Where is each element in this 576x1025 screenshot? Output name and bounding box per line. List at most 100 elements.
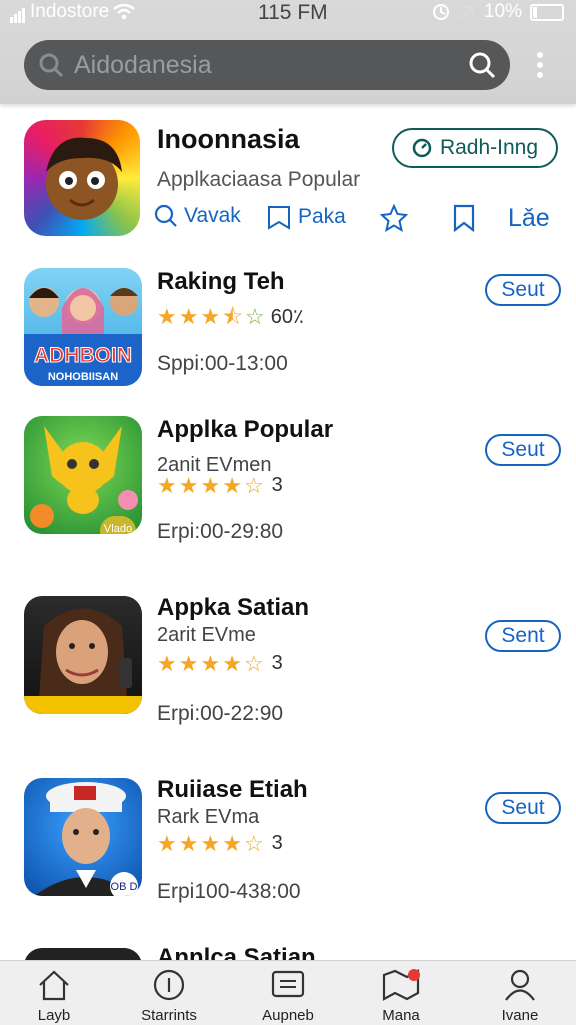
star-icon: ★ bbox=[178, 472, 199, 498]
bookmark-star-icon bbox=[268, 206, 290, 230]
star-outline-icon: ☆ bbox=[243, 472, 264, 498]
app-icon bbox=[24, 948, 142, 960]
nav-item-profile[interactable]: Ivane bbox=[470, 969, 570, 1024]
app-icon-subtext: NOHOBIISAN bbox=[48, 371, 118, 383]
app-icon-text: ADHBOIN bbox=[34, 344, 132, 367]
rating: ★ ★ ★ ★ ☆ 3 bbox=[157, 474, 283, 497]
app-icon: OB D bbox=[24, 778, 142, 896]
app-time: Erpi:00-22:90 bbox=[157, 702, 284, 725]
info-icon bbox=[153, 969, 185, 1001]
action-search[interactable]: Vavak bbox=[154, 204, 241, 228]
top-header: Indostore 115 FM 10% Aidodanesia bbox=[0, 0, 576, 104]
status-bar: Indostore 115 FM 10% bbox=[0, 0, 576, 26]
radio-icon bbox=[412, 138, 432, 158]
star-icon: ★ bbox=[157, 303, 177, 329]
star-icon: ★ bbox=[200, 303, 221, 329]
list-item[interactable]: Vlado Applka Popular 2anit EVmen ★ ★ ★ ★ ☆ 3… bbox=[0, 416, 576, 566]
app-developer: Rark EVma bbox=[157, 806, 260, 828]
star-outline-icon: ☆ bbox=[243, 830, 264, 856]
star-icon: ★ bbox=[200, 830, 221, 856]
rating: ★ ★ ★ ★ ☆ 3 bbox=[157, 832, 283, 855]
star-icon: ★ bbox=[178, 303, 199, 329]
featured-subtitle: Applkaciaasa Popular bbox=[157, 168, 361, 191]
wifi-icon bbox=[113, 4, 136, 20]
list-item[interactable]: Annlca Satian bbox=[0, 946, 576, 960]
star-icon: ★ bbox=[222, 830, 242, 856]
get-button[interactable]: Seut bbox=[485, 434, 561, 466]
list-item[interactable]: Appka Satian 2arit EVme ★ ★ ★ ★ ☆ 3 Erpi:00-… bbox=[0, 594, 576, 744]
home-icon bbox=[39, 970, 69, 1001]
search-input[interactable]: Aidodanesia bbox=[74, 51, 212, 80]
app-name: Ruiiase Etiah bbox=[157, 776, 308, 803]
rating-text: 3 bbox=[271, 832, 283, 854]
star-icon: ★ bbox=[178, 830, 199, 856]
airplane-icon bbox=[459, 4, 475, 20]
featured-app[interactable]: Inoonnasia Applkaciaasa Popular Radh-Inn… bbox=[0, 108, 576, 248]
app-name: Appka Satian bbox=[157, 594, 310, 621]
star-icon: ★ bbox=[200, 472, 221, 498]
star-icon: ★ bbox=[157, 650, 177, 676]
featured-action-button[interactable]: Radh-Inng bbox=[392, 128, 558, 168]
battery-icon bbox=[530, 3, 564, 21]
search-submit-icon[interactable] bbox=[468, 51, 496, 79]
app-name: Raking Teh bbox=[157, 268, 285, 295]
search-bar[interactable]: Aidodanesia bbox=[24, 40, 510, 90]
featured-title: Inoonnasia bbox=[157, 124, 300, 154]
carrier-name: Indostore bbox=[30, 1, 110, 22]
star-outline-icon: ☆ bbox=[243, 650, 264, 676]
nav-item-home[interactable]: Layb bbox=[4, 969, 104, 1024]
nav-label: Ivane bbox=[501, 1007, 539, 1024]
nav-label: Layb bbox=[37, 1007, 71, 1024]
app-time: Erpi100-438:00 bbox=[157, 880, 301, 903]
nav-item-messages[interactable]: Aupneb bbox=[238, 969, 338, 1024]
nav-item-info[interactable]: Starrints bbox=[119, 969, 219, 1024]
app-icon-text: OB D bbox=[111, 881, 138, 893]
nav-label: Starrints bbox=[141, 1007, 197, 1024]
star-icon: ★ bbox=[178, 650, 199, 676]
star-icon: ★ bbox=[222, 472, 242, 498]
profile-icon bbox=[505, 969, 535, 1001]
rating-text: 3 bbox=[271, 652, 283, 674]
get-button[interactable]: Seut bbox=[485, 274, 561, 306]
app-time: Sppi:00-13:00 bbox=[157, 352, 288, 375]
app-icon: ADHBOIN NOHOBIISAN bbox=[24, 268, 142, 386]
get-button[interactable]: Sent bbox=[485, 620, 561, 652]
notification-badge bbox=[408, 969, 420, 981]
featured-app-icon bbox=[24, 120, 140, 236]
app-developer: 2arit EVme bbox=[157, 624, 256, 646]
action-bookmark[interactable]: Paka bbox=[266, 204, 346, 230]
featured-action-label: Radh-Inng bbox=[439, 136, 539, 159]
bookmark-icon bbox=[453, 204, 475, 232]
nav-item-map[interactable]: Mana bbox=[351, 969, 451, 1024]
get-button[interactable]: Seut bbox=[485, 792, 561, 824]
featured-actions: Vavak Paka Lǎe bbox=[154, 204, 564, 240]
search-icon bbox=[154, 204, 177, 227]
app-icon bbox=[24, 596, 142, 714]
status-time: 115 FM bbox=[258, 1, 328, 24]
message-icon bbox=[271, 970, 305, 998]
nav-label: Mana bbox=[382, 1007, 420, 1024]
rating-text: 60٪ bbox=[270, 306, 304, 328]
half-star-icon: ⯪ bbox=[222, 303, 244, 329]
signal-icon bbox=[10, 1, 26, 23]
star-icon: ★ bbox=[222, 650, 242, 676]
app-name: Annlca Satian bbox=[157, 946, 316, 960]
action-star[interactable] bbox=[380, 204, 408, 232]
app-name: Applka Popular bbox=[157, 416, 334, 443]
star-icon bbox=[380, 204, 408, 232]
more-menu-icon[interactable] bbox=[537, 52, 543, 82]
rating-text: 3 bbox=[271, 474, 283, 496]
app-icon-text: Vlado bbox=[104, 523, 132, 534]
app-time: Erpi:00-29:80 bbox=[157, 520, 284, 543]
list-item[interactable]: OB D Ruiiase Etiah Rark EVma ★ ★ ★ ★ ☆ 3 Erp… bbox=[0, 776, 576, 926]
action-more[interactable]: Lǎe bbox=[508, 204, 550, 233]
star-icon: ★ bbox=[157, 830, 177, 856]
list-item[interactable]: ADHBOIN NOHOBIISAN Raking Teh ★ ★ ★ ⯪ ☆ 60٪ … bbox=[0, 268, 576, 418]
location-icon bbox=[432, 4, 449, 20]
star-icon: ★ bbox=[157, 472, 177, 498]
bottom-nav: Layb Starrints Aupneb Mana Ivane bbox=[0, 960, 576, 1025]
rating: ★ ★ ★ ★ ☆ 3 bbox=[157, 652, 283, 675]
action-save[interactable] bbox=[452, 204, 476, 232]
rating: ★ ★ ★ ⯪ ☆ 60٪ bbox=[157, 304, 304, 329]
app-icon: Vlado bbox=[24, 416, 142, 534]
